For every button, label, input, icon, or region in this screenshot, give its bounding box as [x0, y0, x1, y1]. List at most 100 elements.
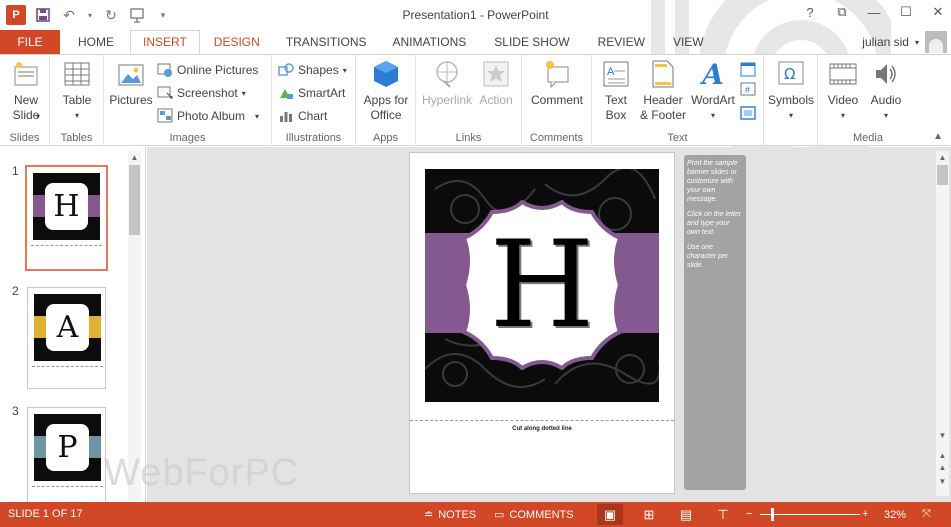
- slide-thumbnail-2[interactable]: A: [27, 287, 106, 389]
- tab-view[interactable]: VIEW: [659, 30, 718, 54]
- tab-home[interactable]: HOME: [60, 30, 130, 54]
- text-box-icon: A: [601, 59, 631, 89]
- date-time-button[interactable]: [740, 59, 756, 79]
- slide-sorter-button[interactable]: ⊞: [636, 504, 662, 525]
- current-slide[interactable]: H Cut along dotted line: [409, 152, 675, 494]
- tab-insert[interactable]: INSERT: [130, 30, 200, 54]
- tab-review[interactable]: REVIEW: [584, 30, 659, 54]
- video-button[interactable]: Video ▾: [822, 59, 864, 123]
- tab-animations[interactable]: ANIMATIONS: [378, 30, 480, 54]
- action-button[interactable]: Action: [476, 59, 516, 108]
- slide-show-button[interactable]: ⊤: [710, 504, 736, 525]
- thumbnail-letter: H: [45, 183, 88, 230]
- zoom-slider[interactable]: [760, 514, 860, 515]
- minimize-icon[interactable]: —: [865, 5, 883, 20]
- tab-design[interactable]: DESIGN: [200, 30, 274, 54]
- scroll-down-icon[interactable]: ▼: [936, 431, 949, 440]
- fit-to-window-icon[interactable]: ⤧: [922, 506, 931, 523]
- title-bar: P ↶ ▾ ↻ ▾ Presentation1 - PowerPoint ? ⧉…: [0, 0, 951, 173]
- action-label: Action: [479, 93, 513, 107]
- reading-view-button[interactable]: ▤: [673, 504, 699, 525]
- previous-slide-icon[interactable]: ▲: [936, 451, 949, 460]
- text-box-button[interactable]: A Text Box: [596, 59, 636, 123]
- chevron-down-icon: ▾: [241, 88, 246, 98]
- symbols-button[interactable]: Ω Symbols ▾: [767, 59, 815, 123]
- screenshot-button[interactable]: Screenshot ▾: [157, 83, 246, 103]
- avatar: [925, 31, 947, 53]
- comment-icon: ▭: [494, 509, 505, 521]
- zoom-in-icon[interactable]: +: [862, 505, 868, 522]
- collapse-ribbon-icon[interactable]: ▲: [933, 131, 943, 142]
- status-bar: SLIDE 1 OF 17 ≐ NOTES ▭ COMMENTS ▣ ⊞ ▤ ⊤…: [0, 502, 951, 527]
- wordart-button[interactable]: A WordArt ▾: [690, 59, 736, 123]
- wordart-icon: A: [702, 57, 724, 91]
- tab-transitions[interactable]: TRANSITIONS: [274, 30, 379, 54]
- next-slide-icon[interactable]: ▼: [936, 477, 949, 486]
- header-footer-button[interactable]: Header & Footer: [638, 59, 688, 123]
- screenshot-icon: [157, 85, 173, 101]
- tab-slide-show[interactable]: SLIDE SHOW: [480, 30, 583, 54]
- notes-button[interactable]: ≐ NOTES: [424, 506, 476, 523]
- comment-button[interactable]: Comment: [527, 59, 587, 108]
- zoom-level[interactable]: 32%: [884, 506, 906, 523]
- ribbon-display-icon[interactable]: ⧉: [833, 4, 851, 20]
- group-label-text: Text: [667, 132, 688, 144]
- text-box-label: Text Box: [604, 93, 627, 122]
- photo-album-icon: [157, 108, 173, 124]
- pictures-button[interactable]: Pictures: [108, 59, 154, 108]
- editor-scrollbar[interactable]: ▲ ▼ ▲ ▲ ▼: [936, 151, 949, 496]
- thumbnails-scrollbar[interactable]: ▲: [128, 151, 141, 501]
- previous-slide-icon[interactable]: ▲: [936, 463, 949, 472]
- online-pictures-button[interactable]: Online Pictures: [157, 60, 258, 80]
- comments-button[interactable]: ▭ COMMENTS: [494, 506, 574, 523]
- tab-file[interactable]: FILE: [0, 30, 60, 54]
- audio-button[interactable]: Audio ▾: [866, 59, 906, 123]
- powerpoint-window: P ↶ ▾ ↻ ▾ Presentation1 - PowerPoint ? ⧉…: [0, 0, 951, 527]
- audio-label: Audio: [870, 93, 902, 107]
- instruction-note[interactable]: Print the sample banner slides or custom…: [684, 155, 746, 490]
- group-label-illustrations: Illustrations: [285, 132, 342, 144]
- apps-for-office-button[interactable]: Apps for Office: [361, 59, 411, 123]
- svg-text:#: #: [745, 85, 750, 95]
- cut-line: [410, 420, 674, 421]
- omega-icon: Ω: [776, 59, 806, 89]
- photo-album-button[interactable]: Photo Album ▾: [157, 106, 259, 126]
- hyperlink-button[interactable]: Hyperlink: [420, 59, 474, 108]
- slide-letter[interactable]: H: [452, 200, 632, 370]
- group-label-media: Media: [853, 132, 883, 144]
- ribbon: New Slide ▾ Slides Table ▾ Tables Pictur…: [0, 54, 951, 146]
- normal-view-button[interactable]: ▣: [597, 504, 623, 525]
- table-button[interactable]: Table ▾: [57, 59, 97, 123]
- thumbnail-letter: P: [46, 424, 89, 471]
- scrollbar-thumb[interactable]: [937, 165, 948, 185]
- scroll-up-icon[interactable]: ▲: [936, 153, 949, 162]
- slide-thumbnail-3[interactable]: P: [27, 407, 106, 502]
- slide-thumbnail-1[interactable]: H: [25, 165, 108, 271]
- smartart-button[interactable]: SmartArt: [278, 83, 345, 103]
- shapes-label: Shapes: [298, 63, 339, 77]
- hyperlink-label: Hyperlink: [421, 93, 472, 107]
- user-account[interactable]: julian sid ▾: [862, 30, 947, 54]
- close-icon[interactable]: ✕: [929, 4, 947, 20]
- chevron-down-icon: ▾: [74, 111, 79, 120]
- calendar-icon: [740, 61, 756, 77]
- screenshot-label: Screenshot: [177, 86, 238, 100]
- chart-button[interactable]: Chart: [278, 106, 327, 126]
- object-button[interactable]: [740, 103, 756, 123]
- thumbnail-letter: A: [46, 304, 89, 351]
- star-icon: [481, 59, 511, 89]
- slide-number-button[interactable]: #: [740, 79, 756, 99]
- cut-instructions[interactable]: Cut along dotted line: [410, 426, 674, 432]
- new-slide-button[interactable]: New Slide ▾: [6, 59, 46, 123]
- maximize-icon[interactable]: ☐: [897, 4, 915, 20]
- slide-counter: SLIDE 1 OF 17: [8, 508, 83, 520]
- shapes-icon: [278, 62, 294, 78]
- help-icon[interactable]: ?: [801, 5, 819, 20]
- zoom-slider-thumb[interactable]: [771, 508, 774, 521]
- apps-for-office-icon: [371, 59, 401, 89]
- zoom-out-icon[interactable]: −: [746, 505, 752, 522]
- scrollbar-thumb[interactable]: [129, 165, 140, 235]
- scroll-up-icon[interactable]: ▲: [128, 153, 141, 162]
- watermark: WebForPC: [104, 452, 300, 494]
- shapes-button[interactable]: Shapes ▾: [278, 60, 347, 80]
